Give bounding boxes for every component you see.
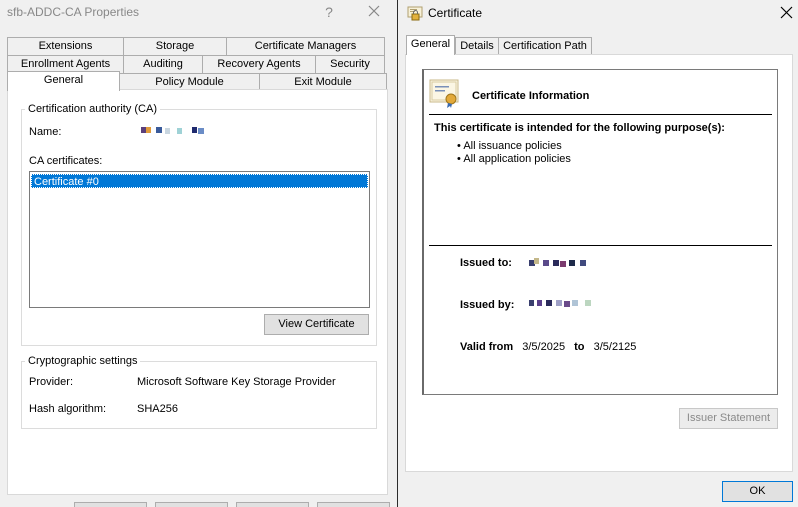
issued-by-redacted	[529, 298, 593, 307]
ca-properties-window: sfb-ADDC-CA Properties ? Extensions Stor…	[0, 0, 397, 507]
tab-general[interactable]: General	[7, 71, 120, 91]
valid-from-value: 3/5/2025	[522, 341, 566, 353]
ca-group-title: Certification authority (CA)	[25, 103, 160, 115]
purpose-item-2: • All application policies	[457, 153, 571, 165]
tab-auditing[interactable]: Auditing	[123, 55, 203, 73]
hash-algorithm-value: SHA256	[137, 403, 178, 415]
dialog-button-4[interactable]	[317, 502, 390, 507]
issued-by-label: Issued by:	[460, 299, 515, 311]
dialog-button-3[interactable]	[236, 502, 309, 507]
issued-to-label: Issued to:	[460, 257, 512, 269]
dialog-button-1[interactable]	[74, 502, 147, 507]
valid-to-label: to	[574, 341, 585, 353]
cert-tab-general[interactable]: General	[406, 35, 455, 55]
ca-name-redacted	[141, 127, 205, 134]
certificate-window-title: Certificate	[428, 6, 483, 20]
tab-storage[interactable]: Storage	[123, 37, 227, 55]
hash-algorithm-label: Hash algorithm:	[29, 403, 107, 415]
window-title: sfb-ADDC-CA Properties	[7, 5, 140, 19]
ok-button[interactable]: OK	[722, 481, 793, 502]
cert-tab-certification-path[interactable]: Certification Path	[498, 37, 592, 54]
tab-security[interactable]: Security	[315, 55, 385, 73]
issued-to-redacted	[529, 258, 593, 267]
purpose-item-1-text: All issuance policies	[463, 140, 562, 152]
provider-label: Provider:	[29, 376, 74, 388]
tab-certificate-managers[interactable]: Certificate Managers	[226, 37, 385, 55]
help-button[interactable]: ?	[318, 0, 340, 24]
info-divider-bottom	[429, 245, 772, 246]
close-icon	[368, 5, 380, 17]
certificate-info-heading: Certificate Information	[472, 90, 590, 102]
ca-certificates-label: CA certificates:	[29, 155, 103, 167]
dialog-button-2[interactable]	[155, 502, 228, 507]
crypto-group-title: Cryptographic settings	[25, 355, 141, 367]
ca-certificates-list[interactable]: Certificate #0	[29, 171, 370, 308]
cert-tab-details[interactable]: Details	[455, 37, 499, 54]
valid-to-value: 3/5/2125	[593, 341, 637, 353]
purpose-heading: This certificate is intended for the fol…	[434, 122, 725, 134]
list-item[interactable]: Certificate #0	[31, 174, 368, 188]
valid-from-label: Valid from	[460, 341, 514, 353]
tab-recovery-agents[interactable]: Recovery Agents	[202, 55, 316, 73]
provider-value: Microsoft Software Key Storage Provider	[137, 376, 336, 388]
certificate-ribbon-icon	[429, 79, 461, 109]
close-icon	[780, 6, 793, 19]
purpose-item-1: • All issuance policies	[457, 140, 562, 152]
tab-policy-module[interactable]: Policy Module	[119, 73, 260, 90]
tab-extensions[interactable]: Extensions	[7, 37, 124, 55]
close-button[interactable]	[362, 0, 386, 24]
purpose-item-2-text: All application policies	[463, 153, 571, 165]
crypto-groupbox	[21, 361, 377, 429]
validity-row: Valid from 3/5/2025 to 3/5/2125	[460, 341, 636, 353]
view-certificate-button[interactable]: View Certificate	[264, 314, 369, 335]
tab-exit-module[interactable]: Exit Module	[259, 73, 387, 90]
certificate-window: Certificate General Details Certificatio…	[397, 0, 798, 507]
info-divider-top	[429, 114, 772, 115]
certificate-close-button[interactable]	[776, 2, 798, 24]
issuer-statement-button[interactable]: Issuer Statement	[679, 408, 778, 429]
certificate-lock-icon	[407, 5, 423, 21]
name-label: Name:	[29, 126, 62, 138]
